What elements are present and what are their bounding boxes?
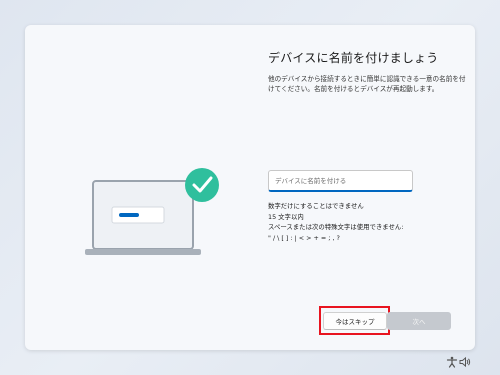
page-description: 他のデバイスから接続するときに簡単に認識できる一意の名前を付けてください。名前を… <box>268 75 466 93</box>
naming-rules: 数字だけにすることはできません 15 文字以内 スペースまたは次の特殊文字は使用… <box>268 201 458 243</box>
laptop-icon <box>85 180 201 255</box>
rule-item: 15 文字以内 <box>268 212 304 221</box>
laptop-check-illustration <box>85 168 219 255</box>
volume-icon[interactable] <box>459 356 471 368</box>
checkmark-icon <box>185 168 219 202</box>
setup-dialog: デバイスに名前を付けましょう 他のデバイスから接続するときに簡単に認識できる一意… <box>25 25 475 350</box>
rule-item: スペースまたは次の特殊文字は使用できません: <box>268 223 404 231</box>
skip-button[interactable]: 今はスキップ <box>323 312 387 330</box>
rule-item: " / \ [ ] : | < > + = ; , ? <box>268 233 340 242</box>
accessibility-icon[interactable] <box>446 356 458 368</box>
page-title: デバイスに名前を付けましょう <box>268 51 439 65</box>
rule-item: 数字だけにすることはできません <box>268 202 364 210</box>
next-button[interactable]: 次へ <box>387 312 451 330</box>
device-name-input[interactable] <box>268 170 413 192</box>
